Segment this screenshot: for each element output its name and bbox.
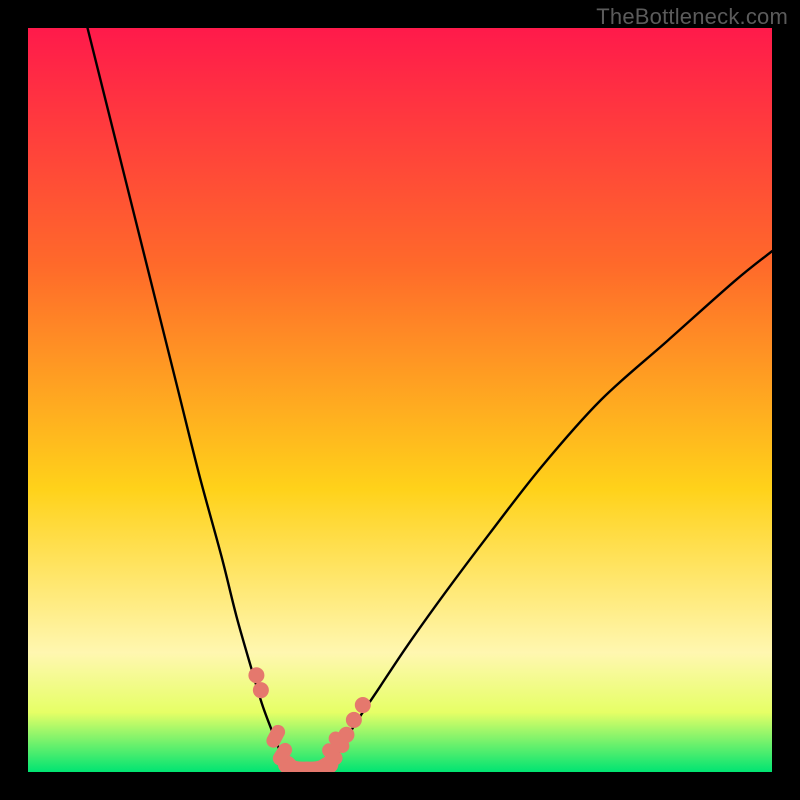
valley-band	[287, 765, 329, 771]
data-marker	[253, 682, 269, 698]
data-marker	[346, 712, 362, 728]
data-marker	[248, 667, 264, 683]
data-marker	[355, 697, 371, 713]
watermark-text: TheBottleneck.com	[596, 4, 788, 30]
chart-outer-frame: TheBottleneck.com	[0, 0, 800, 800]
chart-svg	[28, 28, 772, 772]
plot-area	[28, 28, 772, 772]
gradient-background	[28, 28, 772, 772]
